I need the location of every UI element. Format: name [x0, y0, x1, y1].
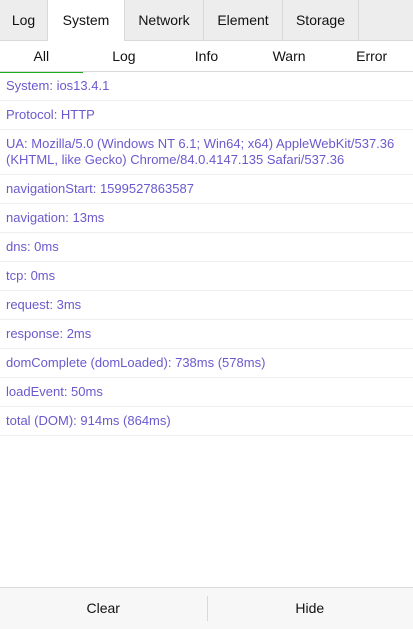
log-row-total: total (DOM): 914ms (864ms) [0, 407, 413, 436]
log-row-request: request: 3ms [0, 291, 413, 320]
filter-tab-error[interactable]: Error [330, 41, 413, 72]
filter-tab-warn[interactable]: Warn [248, 41, 331, 72]
filter-tab-log[interactable]: Log [83, 41, 166, 72]
filter-tab-all[interactable]: All [0, 41, 83, 73]
tab-log[interactable]: Log [0, 0, 48, 41]
footer-toolbar: Clear Hide [0, 587, 413, 629]
log-row-system: System: ios13.4.1 [0, 72, 413, 101]
log-row-dom-complete: domComplete (domLoaded): 738ms (578ms) [0, 349, 413, 378]
tab-element[interactable]: Element [204, 0, 283, 41]
log-row-load-event: loadEvent: 50ms [0, 378, 413, 407]
tab-system[interactable]: System [48, 0, 125, 42]
log-row-navigation: navigation: 13ms [0, 204, 413, 233]
log-row-response: response: 2ms [0, 320, 413, 349]
tab-network[interactable]: Network [125, 0, 204, 41]
top-tab-bar: Log System Network Element Storage [0, 0, 413, 42]
hide-button[interactable]: Hide [206, 588, 413, 629]
clear-button[interactable]: Clear [0, 588, 207, 629]
log-row-navigation-start: navigationStart: 1599527863587 [0, 175, 413, 204]
log-row-protocol: Protocol: HTTP [0, 101, 413, 130]
log-row-dns: dns: 0ms [0, 233, 413, 262]
system-log-list: System: ios13.4.1 Protocol: HTTP UA: Moz… [0, 72, 413, 436]
tab-bar-spacer [359, 0, 413, 40]
log-row-user-agent: UA: Mozilla/5.0 (Windows NT 6.1; Win64; … [0, 130, 413, 175]
tab-storage[interactable]: Storage [283, 0, 359, 41]
filter-tab-bar: All Log Info Warn Error [0, 41, 413, 73]
filter-tab-info[interactable]: Info [165, 41, 248, 72]
log-row-tcp: tcp: 0ms [0, 262, 413, 291]
